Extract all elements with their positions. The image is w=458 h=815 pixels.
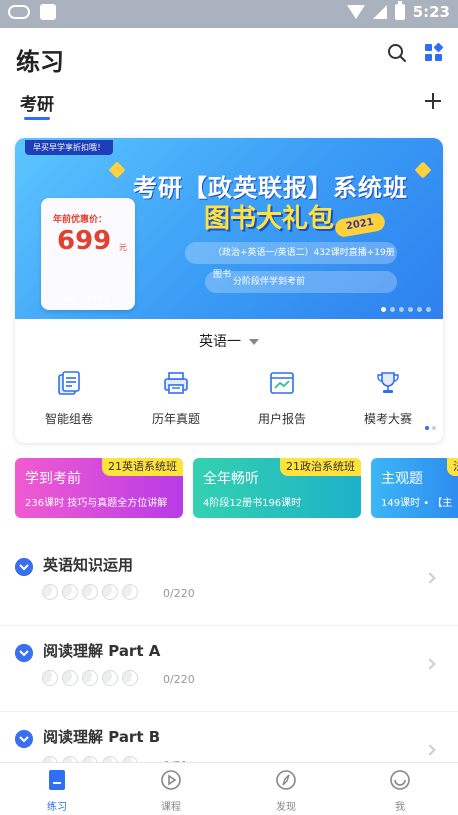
promo-subjective-course[interactable]: 主观题 法 149课时 • 【主	[371, 458, 458, 518]
mastery-moons	[42, 584, 138, 600]
chevron-down-icon	[249, 339, 259, 345]
promo-politics-course[interactable]: 全年畅听 21政治系统班 4阶段12册书196课时	[193, 458, 361, 518]
nav-practice[interactable]: 练习	[27, 769, 87, 813]
nav-label: 我	[395, 802, 405, 813]
price-unit: 元	[119, 243, 127, 252]
promo-desc: 4阶段12册书196课时	[203, 498, 302, 509]
banner-pager	[381, 307, 431, 312]
tool-smart-paper[interactable]: 智能组卷	[24, 370, 114, 427]
nav-label: 练习	[47, 802, 67, 813]
nav-label: 发现	[276, 802, 296, 813]
list-item[interactable]: 英语知识运用 0/220	[0, 540, 458, 626]
pager-dot	[417, 307, 422, 312]
tool-label: 历年真题	[151, 412, 200, 426]
status-bar: 5:23	[0, 0, 458, 28]
compass-icon	[276, 770, 296, 790]
nav-me[interactable]: 我	[370, 769, 430, 813]
tool-label: 用户报告	[257, 412, 306, 426]
banner-pill-companion: 分阶段伴学到考前	[205, 271, 397, 293]
page-title: 练习	[16, 48, 64, 76]
pager-dot	[408, 307, 413, 312]
star-icon	[414, 161, 432, 179]
tab-kaoyan[interactable]: 考研	[20, 90, 54, 115]
subject-value: 英语一	[199, 334, 241, 350]
promo-tag: 法	[447, 458, 458, 476]
trophy-icon	[377, 372, 399, 393]
banner-ribbon: 早买早学享折扣哦！	[25, 140, 113, 155]
chevron-right-icon	[424, 658, 436, 670]
subject-dropdown[interactable]: 英语一	[15, 331, 443, 351]
section-progress: 0/220	[163, 673, 195, 686]
tool-label: 模考大赛	[363, 412, 412, 426]
year-badge: 2021	[333, 211, 387, 239]
practice-card: 早买早学享折扣哦！ 考研【政英联报】系统班 图书大礼包 2021 （政治+英语一…	[15, 138, 443, 443]
mastery-moons	[42, 670, 138, 686]
promo-banner[interactable]: 早买早学享折扣哦！ 考研【政英联报】系统班 图书大礼包 2021 （政治+英语一…	[15, 138, 443, 319]
tab-bar: 考研	[0, 84, 458, 124]
promo-title: 主观题	[381, 471, 423, 487]
original-price: 原价：998元	[63, 295, 111, 304]
user-report-icon	[270, 372, 294, 394]
past-exams-icon	[164, 372, 188, 394]
banner-pill-courses: （政治+英语一/英语二）432课时直播+19册图书	[185, 242, 397, 280]
tool-user-report[interactable]: 用户报告	[237, 370, 327, 427]
banner-subtitle: 图书大礼包	[204, 204, 335, 234]
pager-dot	[381, 307, 386, 312]
smart-paper-icon	[58, 371, 80, 395]
tool-grid: 智能组卷 历年真题 用户报告 模考大赛	[15, 370, 443, 434]
pager-dot	[390, 307, 395, 312]
promo-tag: 21英语系统班	[102, 458, 183, 476]
promo-english-course[interactable]: 学到考前 21英语系统班 236课时 技巧与真题全方位讲解	[15, 458, 183, 518]
practice-icon	[49, 770, 65, 790]
notification-icon	[40, 4, 56, 20]
nav-label: 课程	[161, 802, 181, 813]
tool-past-exams[interactable]: 历年真题	[131, 370, 221, 427]
chevron-right-icon	[424, 572, 436, 584]
nav-courses[interactable]: 课程	[141, 769, 201, 813]
nav-discover[interactable]: 发现	[256, 769, 316, 813]
promo-tag: 21政治系统班	[280, 458, 361, 476]
bottom-nav: 练习 课程 发现 我	[0, 762, 458, 815]
promo-desc: 236课时 技巧与真题全方位讲解	[25, 498, 168, 509]
star-icon	[108, 161, 126, 179]
list-item[interactable]: 阅读理解 Part A 0/220	[0, 626, 458, 712]
grid-menu-icon[interactable]	[424, 43, 444, 63]
course-play-icon	[161, 770, 181, 790]
section-title: 阅读理解 Part B	[43, 728, 161, 746]
promo-desc: 149课时 • 【主	[381, 498, 453, 509]
chevron-down-icon[interactable]	[15, 558, 33, 576]
signal-icon	[372, 5, 387, 19]
tab-indicator	[24, 117, 50, 120]
tool-mock-contest[interactable]: 模考大赛	[343, 370, 433, 427]
wifi-icon	[346, 5, 365, 19]
tool-label: 智能组卷	[44, 412, 93, 426]
promo-title: 全年畅听	[203, 471, 259, 487]
chevron-right-icon	[424, 744, 436, 756]
chevron-down-icon[interactable]	[15, 644, 33, 662]
pager-dot	[399, 307, 404, 312]
add-icon[interactable]	[422, 90, 444, 112]
section-title: 英语知识运用	[43, 556, 134, 574]
cloud-icon	[8, 5, 30, 19]
chevron-down-icon[interactable]	[15, 730, 33, 748]
search-icon[interactable]	[387, 43, 407, 63]
status-time: 5:23	[412, 3, 450, 21]
price-value: 699	[57, 226, 112, 256]
battery-icon	[394, 1, 405, 20]
pager-dot	[426, 307, 431, 312]
promo-title: 学到考前	[25, 471, 81, 487]
price-label: 年前优惠价：	[53, 215, 108, 225]
section-title: 阅读理解 Part A	[43, 642, 161, 660]
section-progress: 0/220	[163, 587, 195, 600]
tool-pager	[425, 426, 436, 430]
smiley-icon	[390, 770, 410, 790]
app-header: 练习	[0, 28, 458, 84]
